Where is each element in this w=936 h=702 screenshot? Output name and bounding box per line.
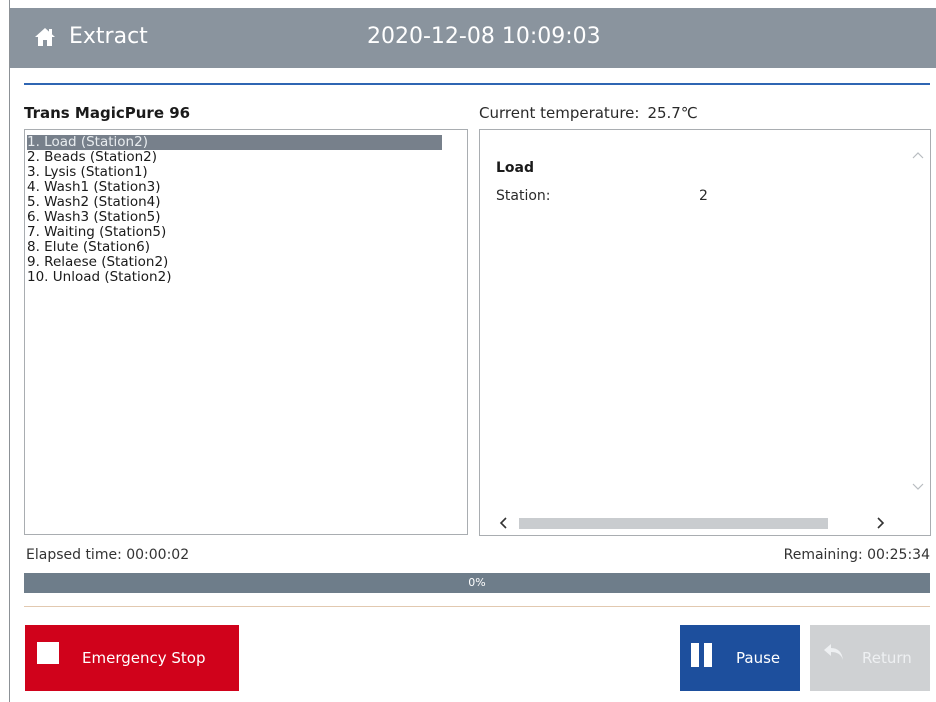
step-item-wash2[interactable]: 5. Wash2 (Station4)	[27, 195, 161, 210]
remaining-time: Remaining: 00:25:34	[783, 547, 930, 563]
step-item-release[interactable]: 9. Relaese (Station2)	[27, 255, 168, 270]
step-item-waiting[interactable]: 7. Waiting (Station5)	[27, 225, 166, 240]
header-divider	[24, 83, 930, 85]
datetime-display: 2020-12-08 10:09:03	[367, 24, 601, 49]
pause-label: Pause	[736, 649, 781, 667]
return-arrow-icon	[824, 644, 843, 660]
emergency-stop-button[interactable]: Emergency Stop	[25, 625, 239, 691]
scroll-up-icon[interactable]	[912, 150, 924, 160]
program-name: Trans MagicPure 96	[24, 104, 191, 122]
elapsed-time: Elapsed time: 00:00:02	[26, 547, 190, 563]
step-item-unload[interactable]: 10. Unload (Station2)	[27, 270, 171, 285]
step-item-wash3[interactable]: 6. Wash3 (Station5)	[27, 210, 161, 225]
station-value: 2	[699, 188, 708, 204]
pause-button[interactable]: Pause	[680, 625, 800, 691]
step-item-wash1[interactable]: 4. Wash1 (Station3)	[27, 180, 161, 195]
emergency-stop-label: Emergency Stop	[82, 649, 206, 667]
progress-label: 0%	[468, 576, 486, 589]
scrollbar-thumb[interactable]	[519, 518, 828, 529]
return-button[interactable]: Return	[810, 625, 930, 691]
scroll-left-icon[interactable]	[499, 517, 509, 529]
step-item-elute[interactable]: 8. Elute (Station6)	[27, 240, 150, 255]
step-item-lysis[interactable]: 3. Lysis (Station1)	[27, 165, 148, 180]
stop-icon	[37, 642, 59, 664]
horizontal-scrollbar[interactable]	[481, 513, 929, 533]
station-label: Station:	[496, 188, 551, 204]
scroll-down-icon[interactable]	[912, 482, 924, 492]
scroll-right-icon[interactable]	[875, 517, 885, 529]
header-bar: Extract 2020-12-08 10:09:03	[10, 8, 936, 68]
footer-divider	[24, 606, 930, 607]
step-item-beads[interactable]: 2. Beads (Station2)	[27, 150, 157, 165]
steps-list[interactable]: 1. Load (Station2) 2. Beads (Station2) 3…	[24, 129, 468, 535]
page-title: Extract	[69, 24, 148, 49]
return-label: Return	[862, 649, 912, 667]
step-detail-panel: Load Station: 2	[479, 129, 931, 536]
temperature-label: Current temperature:	[479, 104, 640, 122]
step-item-load[interactable]: 1. Load (Station2)	[27, 135, 442, 150]
progress-bar: 0%	[24, 573, 930, 593]
pause-icon	[691, 643, 712, 667]
detail-title: Load	[496, 160, 535, 176]
temperature-value: 25.7℃	[647, 104, 698, 122]
temperature-readout: Current temperature: 25.7℃	[479, 104, 698, 122]
home-icon[interactable]	[32, 24, 58, 50]
